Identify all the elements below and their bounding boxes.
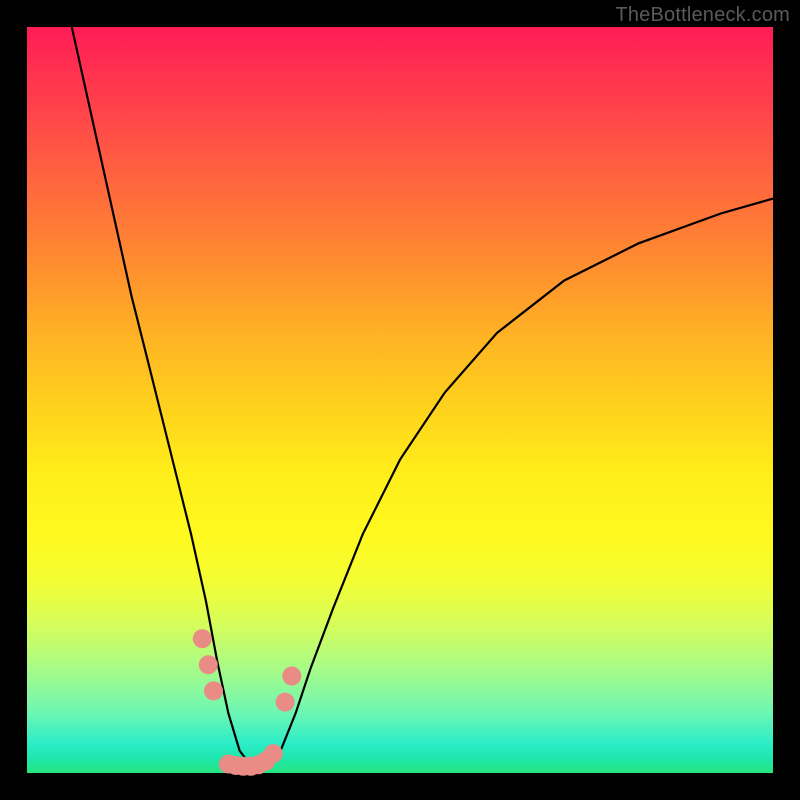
curve-marker [204,681,223,700]
curve-marker [282,667,301,686]
attribution-text: TheBottleneck.com [615,4,790,27]
bottleneck-curve-svg [27,27,773,773]
curve-marker [264,744,283,763]
curve-marker [193,629,212,648]
chart-plot-area [27,27,773,773]
curve-marker [276,693,295,712]
curve-marker [199,655,218,674]
bottleneck-curve [72,27,773,766]
curve-markers [193,629,301,776]
chart-frame: TheBottleneck.com [0,0,800,800]
